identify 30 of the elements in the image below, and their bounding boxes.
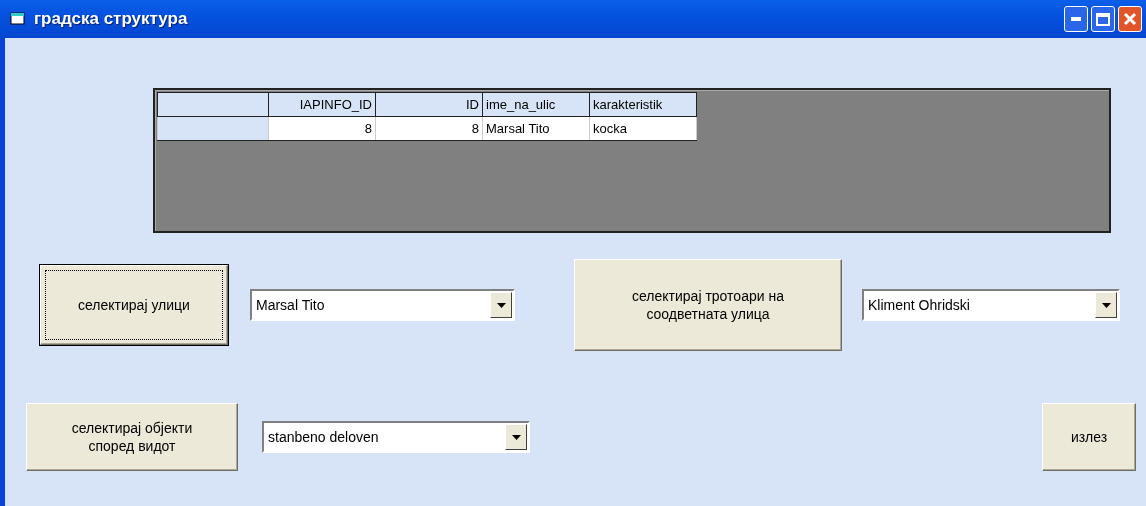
table-cell: kocka bbox=[589, 116, 697, 141]
dropdown-field[interactable]: stanbeno deloven bbox=[262, 421, 530, 453]
command-button[interactable]: селектирај тротоари на соодветната улица bbox=[574, 259, 842, 351]
close-button[interactable] bbox=[1118, 6, 1142, 32]
minimize-button[interactable] bbox=[1064, 6, 1088, 32]
close-icon bbox=[1123, 12, 1137, 26]
maximize-button[interactable] bbox=[1091, 6, 1115, 32]
dropdown-button[interactable] bbox=[1095, 292, 1117, 318]
row-header[interactable] bbox=[157, 116, 269, 141]
minimize-icon bbox=[1071, 17, 1081, 21]
caret-icon bbox=[511, 434, 521, 440]
table-cell: 8 bbox=[375, 116, 483, 141]
column-header[interactable]: IAPINFO_ID bbox=[268, 92, 376, 117]
column-header[interactable]: ID bbox=[375, 92, 483, 117]
caret-icon bbox=[1101, 302, 1111, 308]
column-header[interactable]: karakteristik bbox=[589, 92, 697, 117]
maximize-icon bbox=[1096, 12, 1110, 26]
dropdown-field[interactable]: Kliment Ohridski bbox=[862, 289, 1120, 321]
caret-icon bbox=[496, 302, 506, 308]
table-cell: 8 bbox=[268, 116, 376, 141]
column-header[interactable]: ime_na_ulic bbox=[482, 92, 590, 117]
dropdown-button[interactable] bbox=[490, 292, 512, 318]
command-button[interactable]: излез bbox=[1042, 403, 1136, 471]
command-button[interactable]: селектирај улици bbox=[40, 265, 228, 345]
window-title: градска структура bbox=[34, 9, 189, 29]
dropdown-button[interactable] bbox=[505, 424, 527, 450]
window-icon bbox=[10, 12, 26, 26]
table-cell: Marsal Tito bbox=[482, 116, 590, 141]
command-button[interactable]: селектирај објекти според видот bbox=[26, 403, 238, 471]
dropdown-field[interactable]: Marsal Tito bbox=[250, 289, 515, 321]
